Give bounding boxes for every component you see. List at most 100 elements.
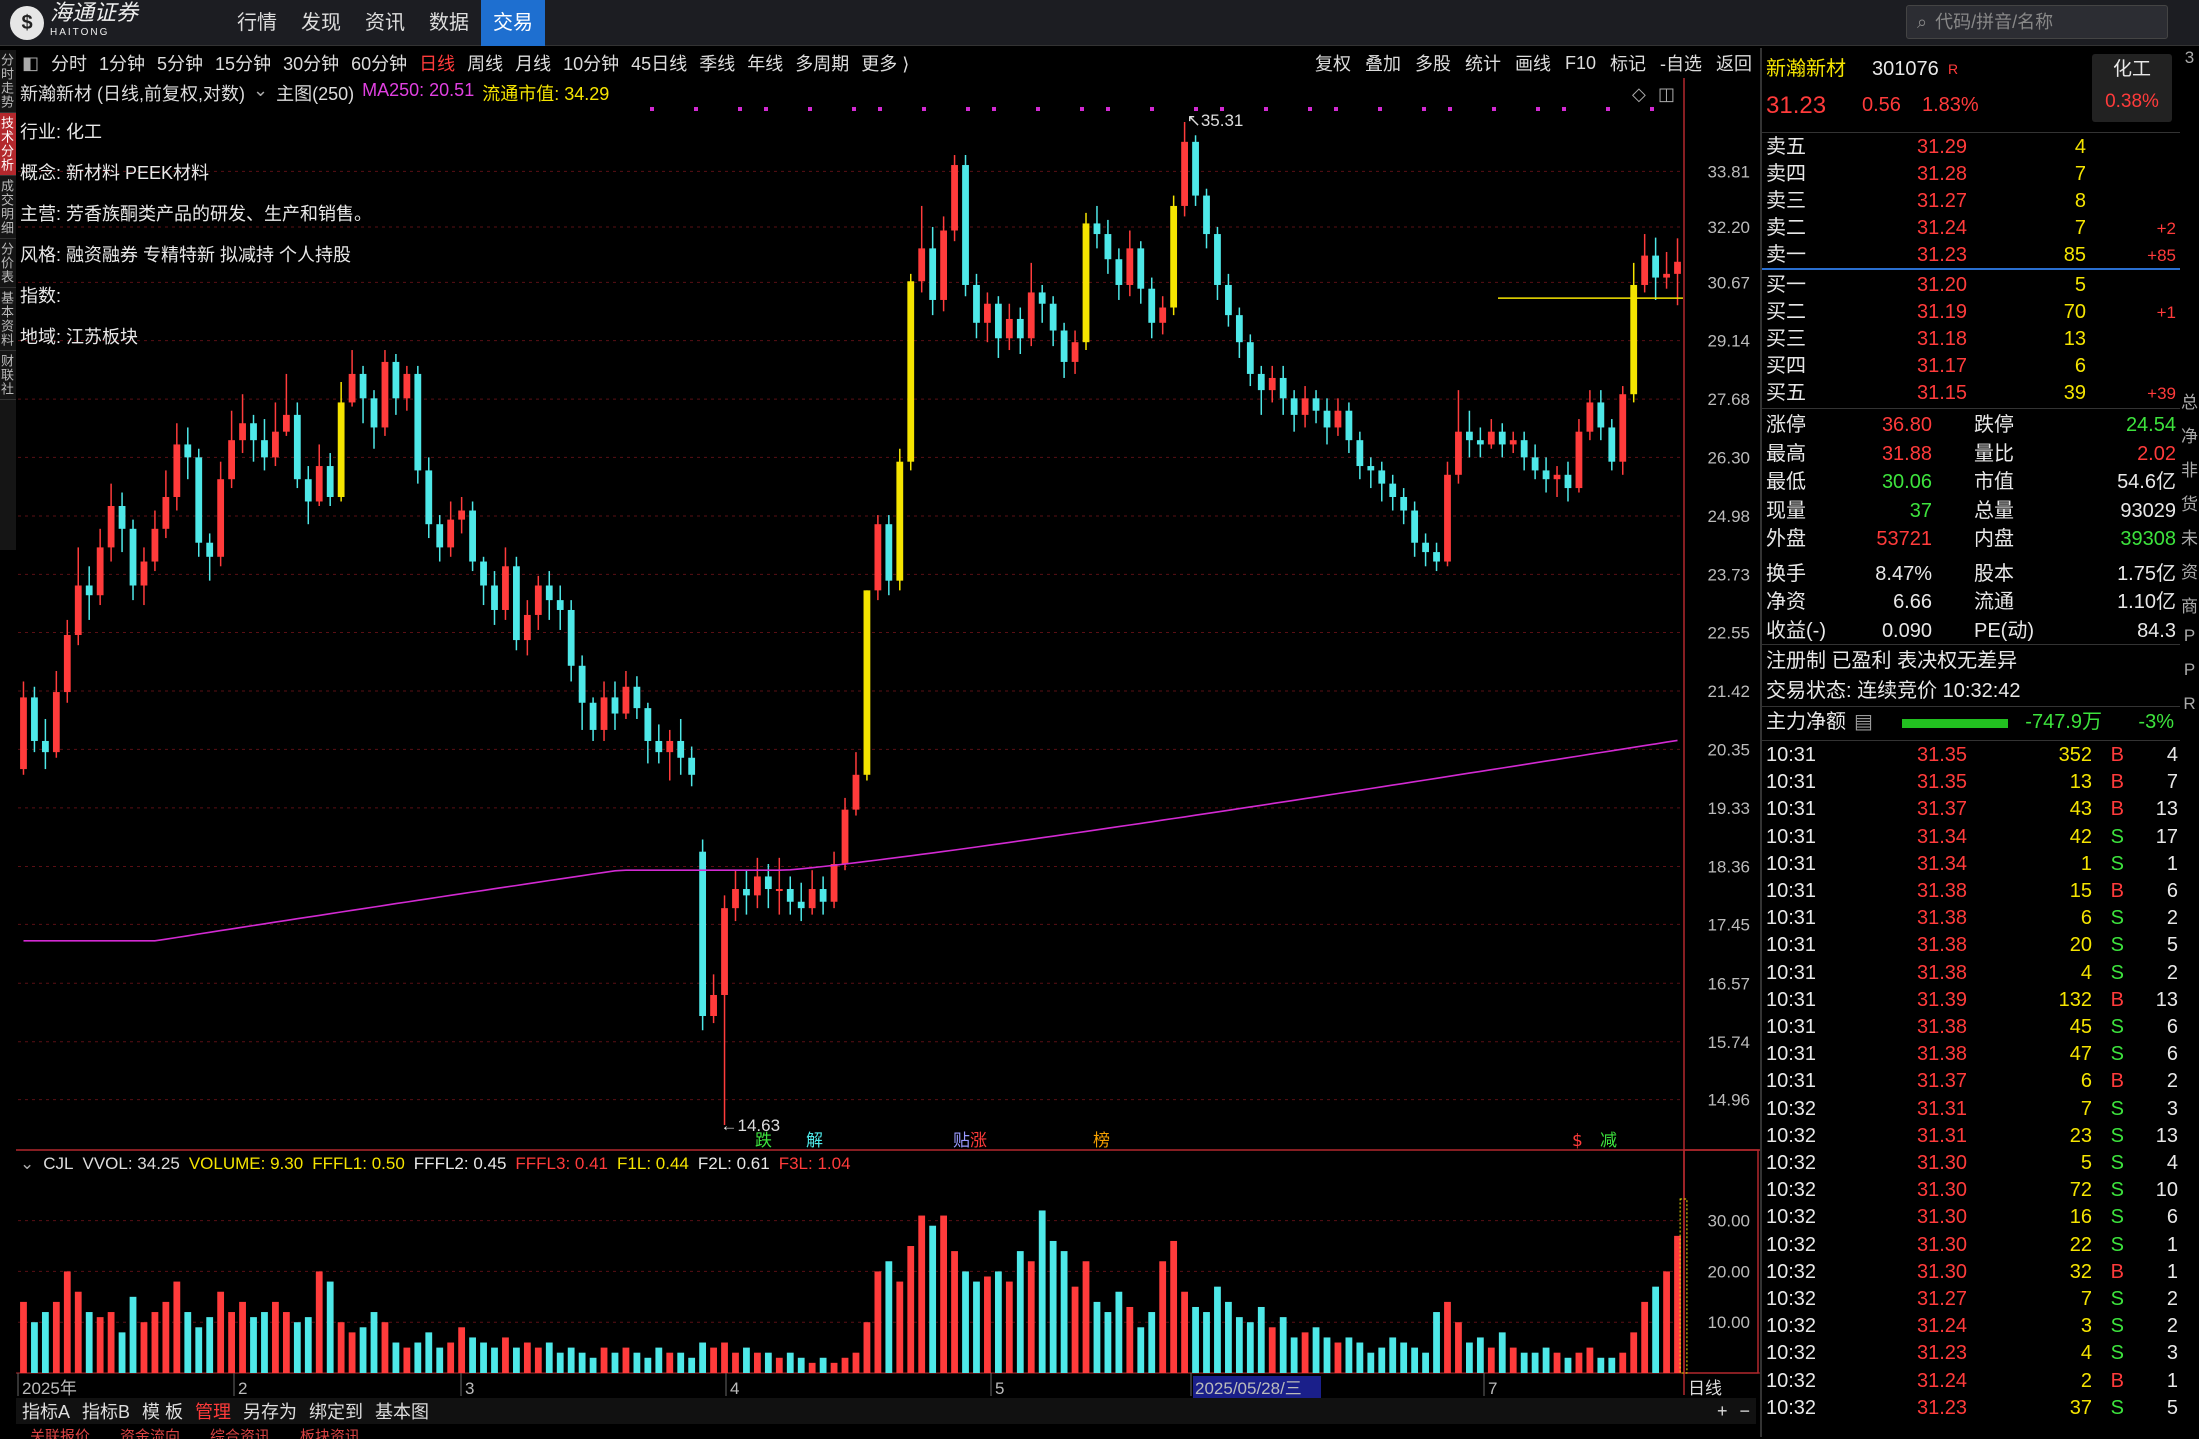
volume-bar (819, 1357, 827, 1373)
volume-bar (1301, 1332, 1309, 1373)
edge-glyph (2180, 1102, 2199, 1136)
candle-body (414, 373, 422, 471)
candle-body (392, 361, 400, 399)
info-index: 指数: (20, 286, 62, 306)
volume-bar (918, 1215, 926, 1373)
tab-template[interactable]: 模 板 (136, 1398, 189, 1424)
ask-level[interactable]: 卖二 31.24 7 +2 (1762, 215, 2182, 242)
ask-level[interactable]: 卖三 31.27 8 (1762, 188, 2182, 215)
tab-basic-chart[interactable]: 基本图 (369, 1398, 435, 1424)
orderbook-divider (1762, 268, 2182, 270)
volume-bar (852, 1352, 860, 1373)
candle-body (1246, 342, 1254, 374)
ask-level[interactable]: 卖四 31.28 7 (1762, 161, 2182, 188)
candle-body (129, 528, 137, 586)
volume-bar (622, 1347, 630, 1373)
bid-level[interactable]: 买一 31.20 5 (1762, 272, 2182, 299)
y-tick-label: 24.98 (1707, 507, 1750, 526)
volume-bar (1257, 1306, 1265, 1373)
ask-level[interactable]: 卖五 31.29 4 (1762, 134, 2182, 161)
bid-level[interactable]: 买二 31.19 70 +1 (1762, 299, 2182, 326)
tab-save-as[interactable]: 另存为 (237, 1398, 303, 1424)
candle-body (885, 524, 893, 581)
list-icon: ▤ (1854, 711, 1873, 733)
candle-body (1597, 402, 1605, 428)
y-tick-label: 33.81 (1707, 162, 1750, 181)
signal-dot (1378, 107, 1382, 111)
candle-body (31, 697, 38, 741)
bid-level[interactable]: 买四 31.17 6 (1762, 353, 2182, 380)
volume-bar (874, 1271, 882, 1373)
stat-row: 净资 6.66 流通 1.10亿 (1766, 591, 2176, 613)
edge-glyph (2180, 796, 2199, 830)
tick-row: 10:31 31.35 13 B 7 (1766, 771, 2178, 794)
price-line: 31.23 0.56 1.83% (1762, 92, 2182, 119)
volume-bar (469, 1337, 476, 1373)
y-tick-label: 19.33 (1707, 799, 1750, 818)
y-tick-label: 20.35 (1707, 740, 1750, 759)
candle-body (1553, 474, 1561, 480)
candle-body (545, 585, 553, 601)
candle-body (1268, 377, 1276, 391)
stat-row: 换手 8.47% 股本 1.75亿 (1766, 562, 2176, 585)
stock-name: 新瀚新材 (1766, 58, 1846, 80)
zoom-out-icon[interactable]: − (1733, 1401, 1756, 1422)
volume-bar (491, 1347, 498, 1373)
volume-bar (458, 1327, 466, 1373)
candle-body (819, 889, 827, 902)
candle-body (808, 889, 816, 909)
tab-indicator-b[interactable]: 指标B (76, 1398, 136, 1424)
volume-bar (710, 1347, 717, 1373)
edge-glyph (2180, 184, 2199, 218)
bid-level[interactable]: 买三 31.18 13 (1762, 326, 2182, 353)
edge-glyph: 商 (2181, 597, 2198, 616)
tab-bind[interactable]: 绑定到 (303, 1398, 369, 1424)
divider (1762, 408, 2182, 409)
volume-bar (1433, 1312, 1440, 1373)
edge-glyph (2180, 762, 2199, 796)
volume-bar (1016, 1251, 1024, 1373)
signal-dot (1492, 107, 1496, 111)
main-indicator[interactable]: 主图(250) (276, 80, 354, 104)
candle-body (1345, 410, 1353, 441)
ask-level[interactable]: 卖一 31.23 85 +85 (1762, 242, 2182, 269)
zoom-in-icon[interactable]: + (1711, 1401, 1734, 1422)
edge-glyph (2180, 1170, 2199, 1204)
vol-series-volume: VOLUME: 9.30 (188, 1154, 304, 1173)
volume-bar (1597, 1357, 1605, 1373)
search-box[interactable]: ⌕ (1906, 5, 2168, 39)
candle-body (425, 470, 433, 525)
chart-header: 新瀚新材 (日线,前复权,对数) ⌄ 主图(250) MA250: 20.51 … (20, 80, 609, 104)
candle-body (1400, 496, 1408, 511)
volume-bar (250, 1317, 257, 1373)
search-input[interactable] (1935, 11, 2136, 33)
signal-dot (1562, 107, 1566, 111)
candle-body (74, 585, 82, 636)
candle-body (896, 461, 904, 581)
volume-bar (239, 1301, 246, 1373)
stat-row: 涨停 36.80 跌停 24.54 (1766, 414, 2176, 436)
signal-dot (738, 107, 742, 111)
volume-bar (370, 1312, 378, 1373)
chevron-down-icon[interactable]: ⌄ (20, 1154, 34, 1174)
volume-bar (863, 1322, 871, 1373)
edge-glyph: 非 (2181, 461, 2198, 480)
signal-dot (1264, 107, 1268, 111)
volume-bar (1466, 1342, 1473, 1373)
candle-body (951, 165, 958, 231)
candle-body (1542, 470, 1550, 480)
candle-body (644, 708, 652, 741)
tab-manage[interactable]: 管理 (189, 1398, 237, 1424)
volume-bar (1126, 1306, 1134, 1373)
candle-body (162, 496, 170, 529)
tab-indicator-a[interactable]: 指标A (16, 1398, 76, 1424)
tick-row: 10:32 31.27 7 S 2 (1766, 1288, 2178, 1310)
chevron-down-icon[interactable]: ⌄ (253, 80, 268, 104)
y-tick-label: 26.30 (1707, 448, 1750, 467)
volume-bar (107, 1312, 115, 1373)
tick-row: 10:32 31.24 3 S 2 (1766, 1315, 2178, 1338)
volume-bar (1038, 1210, 1046, 1373)
volume-bar (1071, 1286, 1079, 1373)
bid-level[interactable]: 买五 31.15 39 +39 (1762, 380, 2182, 407)
candle-body (556, 600, 564, 610)
